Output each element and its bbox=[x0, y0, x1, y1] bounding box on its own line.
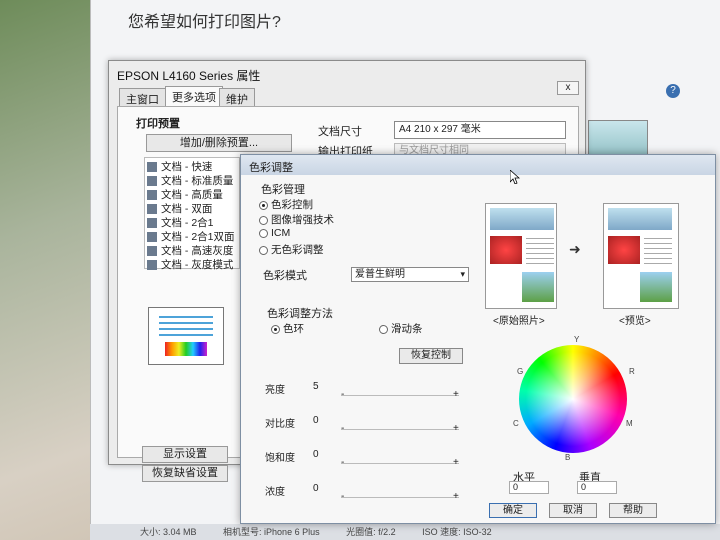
original-photo-label: <原始照片> bbox=[493, 316, 545, 327]
document-icon bbox=[147, 176, 157, 187]
color-adjust-dialog: 色彩调整 色彩管理 色彩控制 图像增强技术 ICM 无色彩调整 色彩模式 爱普生… bbox=[240, 154, 716, 524]
preview-label: <预览> bbox=[619, 316, 651, 327]
aperture-text: 光圈值: f/2.2 bbox=[346, 527, 396, 537]
minus-icon: - bbox=[341, 423, 345, 434]
density-slider[interactable] bbox=[341, 497, 459, 498]
preset-list: 文档 - 快速 文档 - 标准质量 文档 - 高质量 文档 - 双面 文档 - … bbox=[144, 157, 240, 272]
contrast-slider[interactable] bbox=[341, 429, 459, 430]
saturation-value: 0 bbox=[313, 449, 319, 460]
dialog-title: EPSON L4160 Series 属性 bbox=[117, 69, 261, 83]
file-size-text: 大小: 3.04 MB bbox=[140, 527, 197, 537]
density-label: 浓度 bbox=[265, 487, 285, 498]
original-photo bbox=[485, 203, 557, 309]
wheel-label-m: M bbox=[626, 419, 633, 428]
close-button[interactable]: x bbox=[557, 81, 579, 95]
brightness-label: 亮度 bbox=[265, 385, 285, 396]
list-item[interactable]: 文档 - 标准质量 bbox=[147, 174, 237, 188]
radio-icon bbox=[259, 228, 268, 238]
iso-text: ISO 速度: ISO-32 bbox=[422, 527, 492, 537]
wheel-label-y: Y bbox=[574, 335, 580, 344]
radio-image-enhance[interactable]: 图像增强技术 bbox=[259, 212, 334, 227]
contrast-label: 对比度 bbox=[265, 419, 295, 430]
cancel-button[interactable]: 取消 bbox=[549, 503, 597, 518]
wheel-label-b: B bbox=[565, 453, 571, 462]
radio-icon bbox=[379, 324, 388, 334]
minus-icon: - bbox=[341, 457, 345, 468]
camera-model-text: 相机型号: iPhone 6 Plus bbox=[223, 527, 320, 537]
plus-icon: + bbox=[453, 389, 459, 400]
saturation-label: 饱和度 bbox=[265, 453, 295, 464]
dialog-titlebar[interactable] bbox=[241, 155, 715, 175]
radio-icon bbox=[259, 215, 268, 225]
wheel-label-c: C bbox=[513, 419, 519, 428]
mouse-cursor-icon bbox=[510, 170, 520, 184]
radio-icon bbox=[271, 324, 280, 334]
list-item[interactable]: 文档 - 高速灰度 bbox=[147, 244, 237, 258]
dialog-title: 色彩调整 bbox=[249, 162, 293, 174]
help-icon[interactable]: ? bbox=[666, 84, 680, 98]
document-icon bbox=[147, 260, 157, 271]
color-mode-label: 色彩模式 bbox=[263, 270, 307, 282]
preview-photo bbox=[603, 203, 679, 309]
ok-button[interactable]: 确定 bbox=[489, 503, 537, 518]
paper-size-label: 文档尺寸 bbox=[318, 126, 362, 138]
radio-icm[interactable]: ICM bbox=[259, 227, 290, 239]
print-preview-icon bbox=[148, 307, 224, 365]
restore-defaults-button[interactable]: 恢复缺省设置 bbox=[142, 465, 228, 482]
list-item[interactable]: 文档 - 快速 bbox=[147, 160, 237, 174]
saturation-slider[interactable] bbox=[341, 463, 459, 464]
color-mode-select[interactable]: 爱普生鲜明 bbox=[351, 267, 469, 282]
document-icon bbox=[147, 204, 157, 215]
wheel-label-r: R bbox=[629, 367, 635, 376]
color-wheel[interactable] bbox=[519, 345, 627, 453]
show-settings-button[interactable]: 显示设置 bbox=[142, 446, 228, 463]
contrast-value: 0 bbox=[313, 415, 319, 426]
vertical-input[interactable]: 0 bbox=[577, 481, 617, 494]
minus-icon: - bbox=[341, 389, 345, 400]
color-management-title: 色彩管理 bbox=[261, 184, 305, 196]
horizontal-input[interactable]: 0 bbox=[509, 481, 549, 494]
help-button[interactable]: 帮助 bbox=[609, 503, 657, 518]
paper-size-select[interactable]: A4 210 x 297 毫米 bbox=[394, 121, 566, 139]
arrow-right-icon: ➜ bbox=[569, 241, 581, 257]
adjust-method-title: 色彩调整方法 bbox=[267, 308, 333, 320]
add-remove-preset-button[interactable]: 增加/删除预置... bbox=[146, 134, 292, 152]
status-bar: 大小: 3.04 MB 相机型号: iPhone 6 Plus 光圈值: f/2… bbox=[90, 524, 720, 540]
minus-icon: - bbox=[341, 491, 345, 502]
list-item[interactable]: 文档 - 2合1 bbox=[147, 216, 237, 230]
list-item[interactable]: 文档 - 高质量 bbox=[147, 188, 237, 202]
radio-color-wheel[interactable]: 色环 bbox=[271, 321, 304, 336]
document-icon bbox=[147, 162, 157, 173]
radio-no-adjust[interactable]: 无色彩调整 bbox=[259, 242, 324, 257]
tab-main[interactable]: 主窗口 bbox=[119, 88, 166, 106]
list-item[interactable]: 文档 - 灰度模式 bbox=[147, 258, 237, 272]
plus-icon: + bbox=[453, 457, 459, 468]
plus-icon: + bbox=[453, 491, 459, 502]
radio-icon bbox=[259, 245, 268, 255]
density-value: 0 bbox=[313, 483, 319, 494]
tab-more-options[interactable]: 更多选项 bbox=[165, 86, 223, 106]
radio-slider[interactable]: 滑动条 bbox=[379, 321, 423, 336]
radio-icon bbox=[259, 200, 268, 210]
document-icon bbox=[147, 232, 157, 243]
list-item[interactable]: 文档 - 2合1双面 bbox=[147, 230, 237, 244]
preset-section-title: 打印预置 bbox=[136, 118, 180, 130]
document-icon bbox=[147, 246, 157, 257]
plus-icon: + bbox=[453, 423, 459, 434]
wheel-label-g: G bbox=[517, 367, 524, 376]
list-item[interactable]: 文档 - 双面 bbox=[147, 202, 237, 216]
brightness-slider[interactable] bbox=[341, 395, 459, 396]
print-wizard-title: 您希望如何打印图片? bbox=[128, 14, 281, 31]
tab-maintenance[interactable]: 维护 bbox=[219, 88, 255, 106]
radio-color-control[interactable]: 色彩控制 bbox=[259, 197, 313, 212]
brightness-value: 5 bbox=[313, 381, 319, 392]
restore-control-button[interactable]: 恢复控制 bbox=[399, 348, 463, 364]
document-icon bbox=[147, 190, 157, 201]
document-icon bbox=[147, 218, 157, 229]
